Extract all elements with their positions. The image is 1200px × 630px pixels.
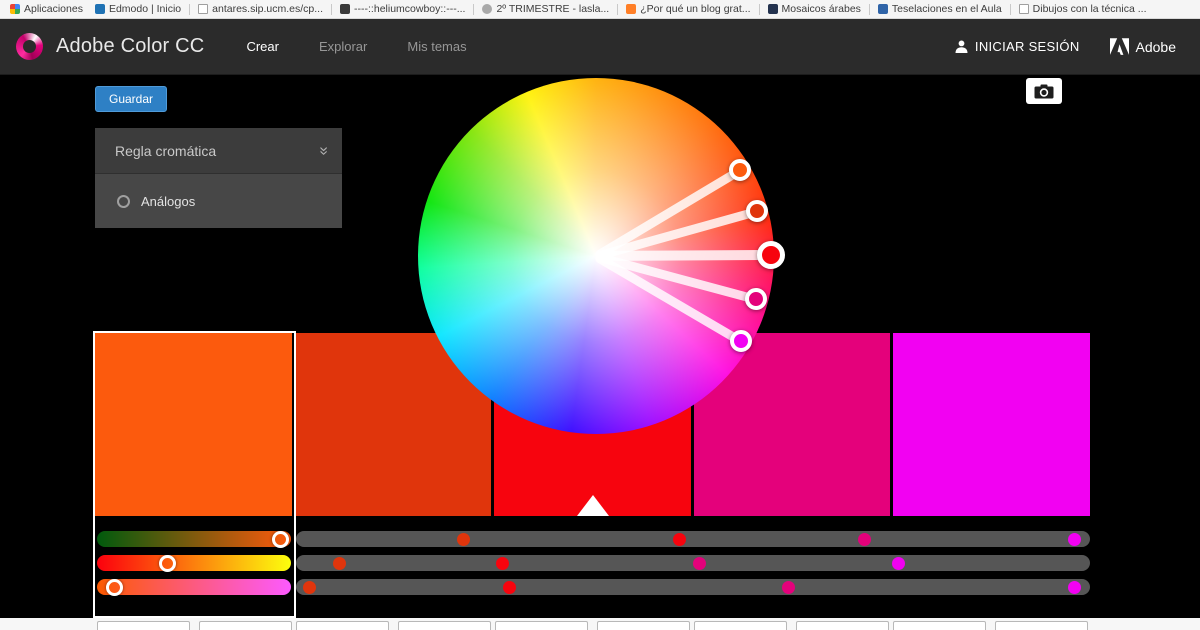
radio-icon <box>117 194 130 208</box>
bookmark-separator <box>189 3 191 15</box>
adobe-brand-link[interactable]: Adobe <box>1109 38 1176 55</box>
slider-dot-swatch2-b[interactable] <box>302 580 316 594</box>
color-rule-panel: Regla cromática Análogos <box>95 128 342 228</box>
site-favicon-icon <box>877 4 888 14</box>
browser-bookmarks-bar: Aplicaciones Edmodo | Inicio antares.sip.u… <box>0 0 1200 19</box>
bookmark-label: Teselaciones en el Aula <box>891 3 1002 15</box>
slider-g-gradient-bar[interactable] <box>97 555 291 571</box>
swatch-1[interactable] <box>95 333 292 516</box>
bookmark-separator <box>617 3 619 15</box>
bookmark-separator <box>473 3 475 15</box>
wheel-handle-4[interactable] <box>745 288 767 310</box>
slider-dot-swatch2-r[interactable] <box>457 532 471 546</box>
slider-dot-swatch5-g[interactable] <box>891 556 905 570</box>
value-input-box[interactable] <box>597 621 690 630</box>
bookmark-item[interactable]: Dibujos con la técnica ... <box>1013 3 1153 15</box>
page-favicon-icon <box>198 4 209 14</box>
slider-dot-swatch2-g[interactable] <box>332 556 346 570</box>
slider-dot-swatch4-r[interactable] <box>858 532 872 546</box>
rule-panel-title: Regla cromática <box>115 142 217 159</box>
slider-dot-swatch5-r[interactable] <box>1067 532 1081 546</box>
site-favicon-icon <box>340 4 351 14</box>
base-color-marker <box>576 495 609 516</box>
slider-dot-swatch4-g[interactable] <box>692 556 706 570</box>
adobe-color-cc-app: Aplicaciones Edmodo | Inicio antares.sip.u… <box>0 0 1200 630</box>
slider-dot-swatch5-b[interactable] <box>1067 580 1081 594</box>
bookmark-item[interactable]: Teselaciones en el Aula <box>872 3 1008 15</box>
bookmark-item[interactable]: ----::heliumcowboy::---... <box>334 3 471 15</box>
bookmark-separator <box>1009 3 1011 15</box>
wheel-handle-5[interactable] <box>730 330 752 352</box>
sign-in-button[interactable]: INICIAR SESIÓN <box>955 39 1080 54</box>
value-input-box[interactable] <box>694 621 787 630</box>
chevron-double-down-icon <box>316 146 332 155</box>
save-button[interactable]: Guardar <box>95 86 168 112</box>
swatch-5[interactable] <box>893 333 1090 516</box>
bookmark-item[interactable]: antares.sip.ucm.es/cp... <box>192 3 329 15</box>
value-input-box[interactable] <box>97 621 190 630</box>
bookmark-label: antares.sip.ucm.es/cp... <box>212 3 324 15</box>
bookmark-item[interactable]: 2º TRIMESTRE - lasla... <box>476 3 615 15</box>
main-nav: Crear Explorar Mis temas <box>246 39 466 54</box>
blog-favicon-icon <box>626 4 637 14</box>
camera-icon <box>1034 84 1054 98</box>
bookmark-label: 2º TRIMESTRE - lasla... <box>496 3 610 15</box>
value-input-box[interactable] <box>296 621 389 630</box>
rule-option-analogos[interactable]: Análogos <box>95 173 342 228</box>
bookmark-label: Edmodo | Inicio <box>108 3 182 15</box>
slider-b-gradient-bar[interactable] <box>97 579 291 595</box>
slider-r-handle[interactable] <box>272 530 290 548</box>
wheel-handle-2[interactable] <box>746 200 768 222</box>
value-input-box[interactable] <box>796 621 889 630</box>
bookmark-separator <box>331 3 333 15</box>
slider-dot-swatch4-b[interactable] <box>781 580 795 594</box>
adobe-logo-icon <box>1109 38 1129 55</box>
slider-r-gradient-bar[interactable] <box>97 531 291 547</box>
value-input-box[interactable] <box>495 621 588 630</box>
bookmark-label: Aplicaciones <box>24 3 83 15</box>
header-right: INICIAR SESIÓN Adobe <box>955 38 1176 55</box>
page-favicon-icon <box>1018 4 1029 14</box>
bookmark-label: Mosaicos árabes <box>781 3 861 15</box>
camera-button[interactable] <box>1026 78 1062 104</box>
slider-dot-swatch3-r[interactable] <box>673 532 687 546</box>
bookmark-separator <box>868 3 870 15</box>
app-title: Adobe Color CC <box>56 35 205 57</box>
bookmark-item[interactable]: Mosaicos árabes <box>762 3 867 15</box>
nav-item-explorar[interactable]: Explorar <box>319 39 367 54</box>
bookmark-label: Dibujos con la técnica ... <box>1032 3 1147 15</box>
rule-panel-header[interactable]: Regla cromática <box>95 128 342 173</box>
bookmark-label: ¿Por qué un blog grat... <box>640 3 751 15</box>
edmodo-favicon-icon <box>94 4 105 14</box>
apps-grid-icon <box>10 4 20 14</box>
slider-r-track <box>296 531 1090 547</box>
user-icon <box>955 40 968 53</box>
value-input-box[interactable] <box>995 621 1088 630</box>
value-input-box[interactable] <box>199 621 292 630</box>
site-favicon-icon <box>482 4 493 14</box>
bookmark-label: ----::heliumcowboy::---... <box>354 3 466 15</box>
wheel-handle-3[interactable] <box>757 241 785 269</box>
value-input-box[interactable] <box>398 621 491 630</box>
slider-b-track <box>296 579 1090 595</box>
bookmark-item[interactable]: ¿Por qué un blog grat... <box>620 3 756 15</box>
rule-option-label: Análogos <box>141 193 196 209</box>
slider-dot-swatch3-g[interactable] <box>495 556 509 570</box>
slider-b-handle[interactable] <box>105 578 123 596</box>
slider-g-handle[interactable] <box>159 554 177 572</box>
bookmark-item[interactable]: Aplicaciones <box>4 3 89 15</box>
nav-item-mis-temas[interactable]: Mis temas <box>407 39 466 54</box>
adobe-color-logo-icon[interactable] <box>16 33 43 60</box>
app-header: Adobe Color CC Crear Explorar Mis temas IN… <box>0 19 1200 75</box>
nav-item-crear[interactable]: Crear <box>246 39 279 54</box>
mosaic-favicon-icon <box>767 4 778 14</box>
bookmark-item[interactable]: Edmodo | Inicio <box>89 3 187 15</box>
slider-dot-swatch3-b[interactable] <box>503 580 517 594</box>
sign-in-label: INICIAR SESIÓN <box>974 39 1080 54</box>
wheel-handle-1[interactable] <box>729 159 751 181</box>
value-input-box[interactable] <box>893 621 986 630</box>
bookmark-separator <box>758 3 760 15</box>
adobe-brand-label: Adobe <box>1135 38 1176 55</box>
